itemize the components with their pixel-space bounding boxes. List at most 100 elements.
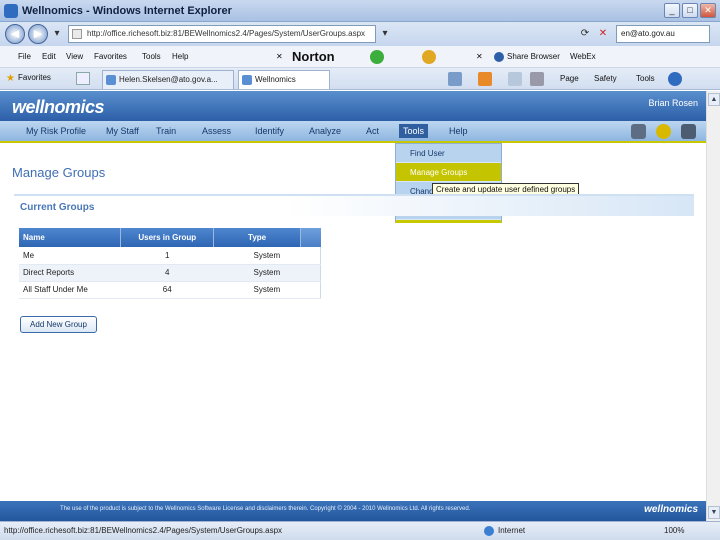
lock-icon[interactable] (422, 50, 436, 64)
address-bar[interactable]: http://office.richesoft.biz:81/BEWellnom… (68, 25, 376, 43)
star-icon: ★ (6, 73, 15, 84)
logout-icon[interactable] (681, 124, 696, 139)
tab-helen[interactable]: Helen.Skelsen@ato.gov.a... (102, 70, 234, 89)
favorites-label: Favorites (18, 73, 51, 82)
section-header: Current Groups (14, 194, 694, 216)
zone-label: Internet (498, 526, 526, 535)
stop-icon[interactable]: ✕ (596, 26, 610, 42)
nav-train[interactable]: Train (156, 126, 176, 136)
safety-menu[interactable]: Safety (594, 74, 617, 83)
menu-manage-groups[interactable]: Manage Groups (396, 163, 501, 182)
help-icon[interactable] (668, 72, 682, 86)
groups-table: Name Users in Group Type Me 1 System Dir… (19, 228, 321, 299)
footer-text: The use of the product is subject to the… (60, 506, 471, 512)
window-titlebar: Wellnomics - Windows Internet Explorer _… (0, 0, 720, 22)
add-new-group-button[interactable]: Add New Group (20, 316, 97, 333)
app-header: wellnomics Brian Rosen (0, 91, 706, 121)
page-viewport: wellnomics Brian Rosen My Risk Profile M… (0, 91, 706, 521)
security-zone: Internet (484, 526, 526, 536)
nav-act[interactable]: Act (366, 126, 379, 136)
window-controls: _ □ ✕ (664, 3, 716, 18)
tab-helen-label: Helen.Skelsen@ato.gov.a... (119, 75, 218, 84)
webex-button[interactable]: WebEx (570, 52, 596, 61)
home-icon[interactable] (448, 72, 462, 86)
maximize-icon[interactable]: □ (682, 3, 698, 18)
tab-page-icon (106, 75, 116, 85)
nav-my-staff[interactable]: My Staff (106, 126, 139, 136)
print-icon[interactable] (530, 72, 544, 86)
menu-file[interactable]: File (18, 52, 31, 61)
search-input[interactable]: en@ato.gov.au (616, 25, 710, 43)
globe-icon (484, 526, 494, 536)
menu-view[interactable]: View (66, 52, 83, 61)
main-nav: My Risk Profile My Staff Train Assess Id… (0, 121, 706, 143)
tab-row: ★ Favorites Helen.Skelsen@ato.gov.a... We… (0, 68, 720, 90)
window-title: Wellnomics - Windows Internet Explorer (22, 5, 232, 17)
menu-favorites[interactable]: Favorites (94, 52, 127, 61)
menu-help[interactable]: Help (172, 52, 188, 61)
footer-logo: wellnomics (644, 504, 698, 515)
table-row[interactable]: Me 1 System (19, 247, 321, 265)
address-dropdown-icon[interactable]: ▾ (378, 26, 392, 42)
column-filler (300, 228, 321, 247)
scroll-up-icon[interactable]: ▲ (708, 93, 720, 106)
feeds-icon[interactable] (478, 72, 492, 86)
quick-tabs-icon[interactable] (76, 72, 90, 85)
cell-users: 64 (120, 281, 214, 299)
forward-arrow-icon[interactable]: ▶ (28, 24, 48, 44)
share-browser-button[interactable]: Share Browser (494, 52, 560, 62)
page-footer: The use of the product is subject to the… (0, 501, 706, 521)
close-toolbar-icon[interactable]: ✕ (276, 52, 283, 61)
minimize-icon[interactable]: _ (664, 3, 680, 18)
table-header-row: Name Users in Group Type (19, 228, 321, 247)
table-row[interactable]: Direct Reports 4 System (19, 264, 321, 282)
zoom-level[interactable]: 100% (664, 526, 684, 535)
cell-type: System (213, 264, 321, 282)
nav-help[interactable]: Help (449, 126, 468, 136)
ie-logo-icon (4, 4, 18, 18)
menu-edit[interactable]: Edit (42, 52, 56, 61)
print-page-icon[interactable] (631, 124, 646, 139)
column-type[interactable]: Type (213, 228, 302, 247)
close-icon[interactable]: ✕ (700, 3, 716, 18)
vertical-scrollbar[interactable]: ▲ ▼ (706, 91, 720, 521)
scroll-down-icon[interactable]: ▼ (708, 506, 720, 519)
cell-name[interactable]: Direct Reports (19, 264, 121, 282)
nav-tools[interactable]: Tools (399, 124, 429, 138)
mail-icon[interactable] (508, 72, 522, 86)
refresh-icon[interactable]: ⟳ (578, 26, 592, 42)
favorites-button[interactable]: ★ Favorites (6, 73, 51, 84)
nav-assess[interactable]: Assess (202, 126, 231, 136)
menu-row: File Edit View Favorites Tools Help ✕ No… (0, 46, 720, 68)
nav-identify[interactable]: Identify (255, 126, 284, 136)
cell-name[interactable]: Me (19, 247, 121, 265)
page-title: Manage Groups (12, 165, 106, 180)
table-row[interactable]: All Staff Under Me 64 System (19, 281, 321, 299)
status-bar: http://office.richesoft.biz:81/BEWellnom… (0, 521, 720, 540)
cell-users: 1 (120, 247, 214, 265)
cell-name[interactable]: All Staff Under Me (19, 281, 121, 299)
close-webex-icon[interactable]: ✕ (476, 52, 483, 61)
norton-toolbar-button[interactable]: Norton (292, 49, 335, 64)
nav-my-risk-profile[interactable]: My Risk Profile (26, 126, 86, 136)
tab-wellnomics[interactable]: Wellnomics (238, 70, 330, 89)
page-menu[interactable]: Page (560, 74, 579, 83)
history-dropdown-icon[interactable]: ▾ (50, 26, 64, 42)
cell-type: System (213, 247, 321, 265)
cell-type: System (213, 281, 321, 299)
status-url: http://office.richesoft.biz:81/BEWellnom… (4, 526, 283, 535)
help-circle-icon[interactable] (656, 124, 671, 139)
column-users[interactable]: Users in Group (120, 228, 215, 247)
menu-find-user[interactable]: Find User (396, 144, 501, 163)
back-arrow-icon[interactable]: ◀ (5, 24, 25, 44)
nav-analyze[interactable]: Analyze (309, 126, 341, 136)
address-row: ◀ ▶ ▾ http://office.richesoft.biz:81/BEW… (0, 22, 720, 46)
column-name[interactable]: Name (19, 228, 122, 247)
tab-wellnomics-label: Wellnomics (255, 75, 296, 84)
nav-icons (631, 124, 696, 139)
check-icon[interactable] (370, 50, 384, 64)
user-name: Brian Rosen (648, 98, 698, 108)
section-title: Current Groups (20, 202, 95, 213)
tools-menu[interactable]: Tools (636, 74, 655, 83)
menu-tools[interactable]: Tools (142, 52, 161, 61)
